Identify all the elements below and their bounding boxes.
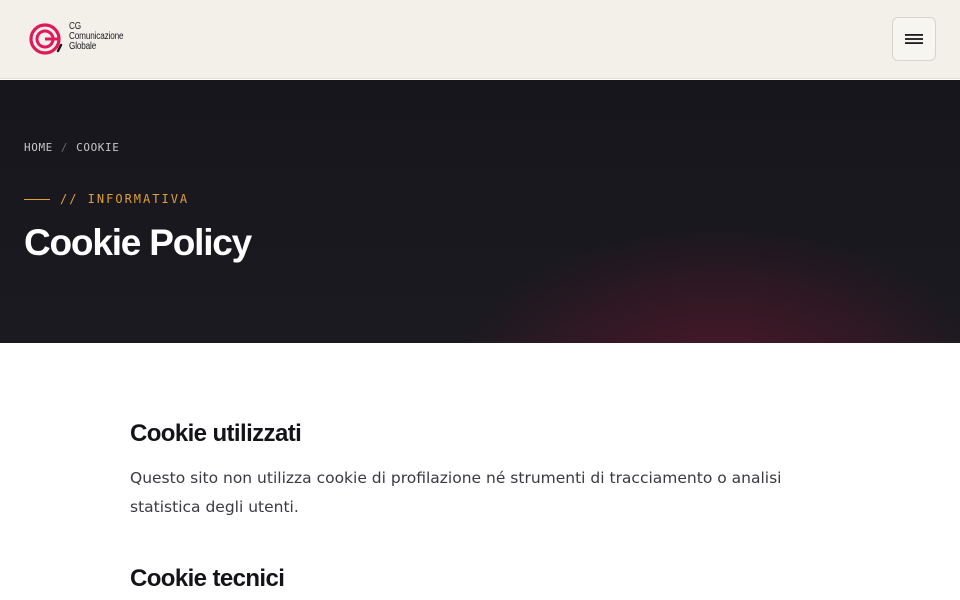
breadcrumb: HOME / COOKIE <box>24 141 119 154</box>
page-title: Cookie Policy <box>24 222 252 263</box>
main-content: Cookie utilizzati Questo sito non utiliz… <box>130 420 810 593</box>
section-title: Cookie utilizzati <box>130 420 302 447</box>
site-header: CG Comunicazione Globale <box>0 0 960 79</box>
breadcrumb-separator: / <box>60 141 69 154</box>
menu-button[interactable] <box>892 17 936 61</box>
logo-icon <box>29 23 63 55</box>
eyebrow-label: // INFORMATIVA <box>60 192 190 206</box>
logo[interactable]: CG Comunicazione Globale <box>28 20 138 58</box>
eyebrow: // INFORMATIVA <box>24 192 189 206</box>
logo-line-3: Globale <box>69 41 97 52</box>
breadcrumb-home[interactable]: HOME <box>24 141 53 154</box>
breadcrumb-current: COOKIE <box>76 141 120 154</box>
logo-text: CG Comunicazione Globale <box>69 22 124 52</box>
section-title: Cookie tecnici <box>130 565 285 592</box>
hero-banner: HOME / COOKIE // INFORMATIVA Cookie Poli… <box>0 80 960 343</box>
hamburger-icon <box>905 34 923 44</box>
section-body: Questo sito non utilizza cookie di profi… <box>130 469 782 516</box>
eyebrow-rule <box>24 198 50 200</box>
